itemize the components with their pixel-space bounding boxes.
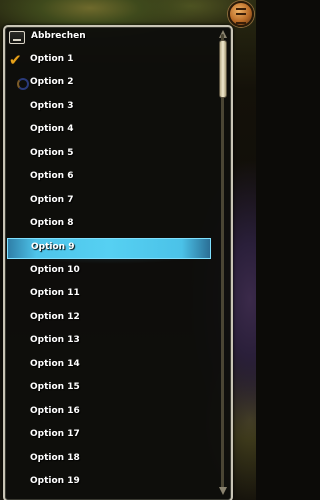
menu-item-option-11[interactable]: Option 11 [7, 285, 211, 306]
cancel-icon [9, 31, 25, 44]
list-glyph-icon [236, 8, 246, 24]
menu-item-label: Option 19 [30, 476, 80, 486]
menu-item-label: Option 18 [30, 453, 80, 463]
menu-item-option-14[interactable]: Option 14 [7, 356, 211, 377]
scroll-thumb[interactable] [219, 40, 227, 98]
menu-item-label: Abbrechen [31, 31, 86, 41]
menu-item-label: Option 3 [30, 101, 74, 111]
menu-item-option-12[interactable]: Option 12 [7, 309, 211, 330]
menu-item-label: Option 5 [30, 148, 74, 158]
scroll-down-arrow-icon[interactable] [219, 487, 227, 495]
menu-item-option-10[interactable]: Option 10 [7, 262, 211, 283]
menu-item-label: Option 8 [30, 218, 74, 228]
menu-item-option-16[interactable]: Option 16 [7, 403, 211, 424]
menu-item-option-13[interactable]: Option 13 [7, 332, 211, 353]
scroll-track[interactable] [221, 34, 224, 489]
menu-item-label: Option 6 [30, 171, 74, 181]
dropdown-menu: Abbrechen ✔ Option 1 Option 2 Option 3 O… [3, 25, 233, 500]
menu-item-option-8[interactable]: Option 8 [7, 215, 211, 236]
game-background: Abbrechen ✔ Option 1 Option 2 Option 3 O… [0, 0, 256, 500]
scrollbar[interactable] [217, 30, 229, 495]
menu-item-label: Option 1 [30, 54, 74, 64]
menu-item-option-17[interactable]: Option 17 [7, 426, 211, 447]
menu-item-label: Option 16 [30, 406, 80, 416]
menu-item-option-1[interactable]: ✔ Option 1 [7, 51, 211, 72]
radio-icon [17, 78, 29, 90]
menu-item-option-4[interactable]: Option 4 [7, 121, 211, 142]
menu-item-label: Option 10 [30, 265, 80, 275]
menu-item-label: Option 12 [30, 312, 80, 322]
menu-item-option-6[interactable]: Option 6 [7, 168, 211, 189]
menu-item-label: Option 9 [31, 242, 75, 252]
menu-item-label: Option 14 [30, 359, 80, 369]
menu-item-label: Option 15 [30, 382, 80, 392]
menu-item-option-5[interactable]: Option 5 [7, 145, 211, 166]
menu-item-option-3[interactable]: Option 3 [7, 98, 211, 119]
menu-button-icon[interactable] [228, 1, 254, 27]
menu-item-option-7[interactable]: Option 7 [7, 192, 211, 213]
menu-item-option-18[interactable]: Option 18 [7, 450, 211, 471]
menu-item-option-15[interactable]: Option 15 [7, 379, 211, 400]
menu-item-label: Option 13 [30, 335, 80, 345]
menu-item-cancel[interactable]: Abbrechen [7, 28, 211, 49]
menu-item-label: Option 17 [30, 429, 80, 439]
menu-item-option-9[interactable]: Option 9 [7, 238, 211, 259]
menu-item-label: Option 7 [30, 195, 74, 205]
menu-item-option-2[interactable]: Option 2 [7, 74, 211, 95]
menu-item-label: Option 11 [30, 288, 80, 298]
menu-item-label: Option 2 [30, 77, 74, 87]
menu-item-option-19[interactable]: Option 19 [7, 473, 211, 494]
checkmark-icon: ✔ [9, 51, 22, 69]
menu-item-label: Option 4 [30, 124, 74, 134]
